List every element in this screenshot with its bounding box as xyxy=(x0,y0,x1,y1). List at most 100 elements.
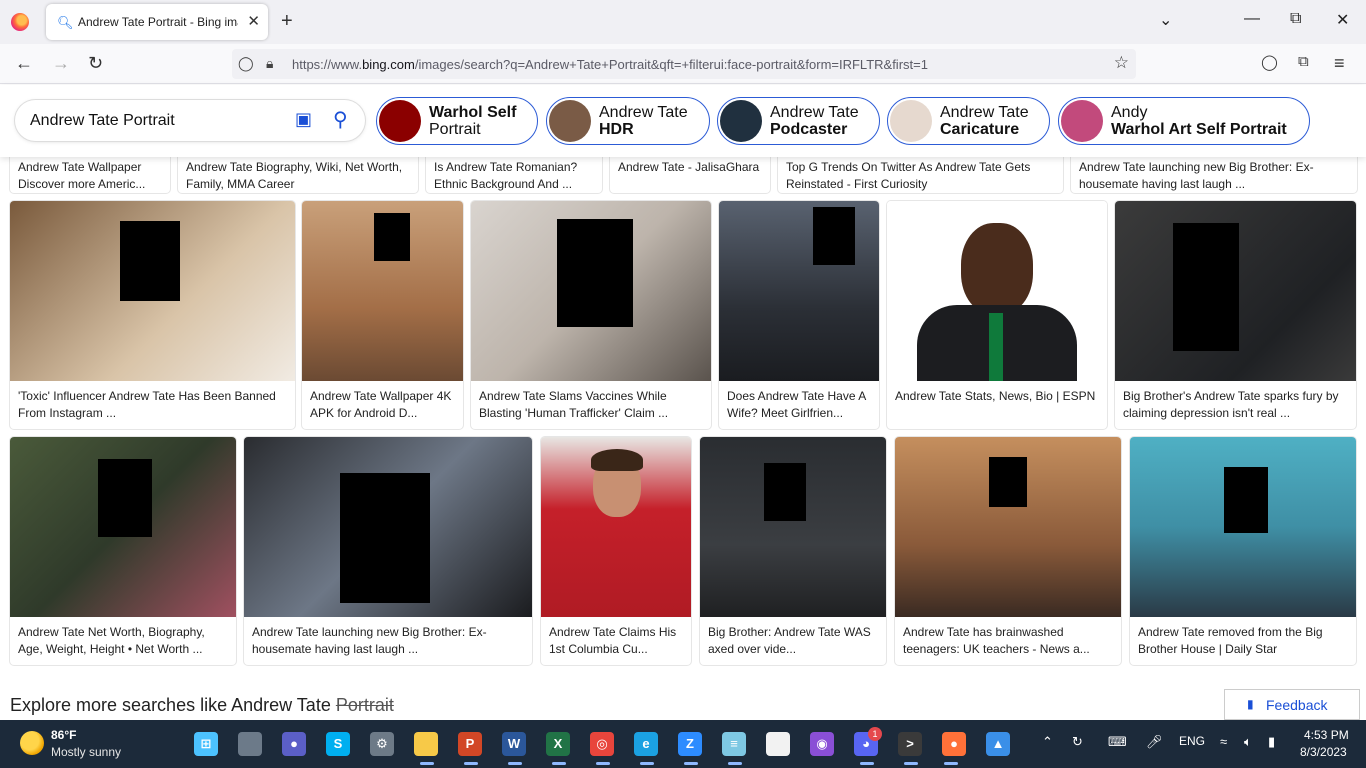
image-result-card[interactable]: Does Andrew Tate Have A Wife? Meet Girlf… xyxy=(719,201,879,429)
tab-close-icon[interactable]: ✕ xyxy=(247,12,260,30)
result-thumbnail[interactable] xyxy=(541,437,691,617)
search-input[interactable]: Andrew Tate Portrait xyxy=(30,112,175,130)
image-result-card[interactable]: Andrew Tate Slams Vaccines While Blastin… xyxy=(471,201,711,429)
back-button[interactable]: ← xyxy=(15,53,33,74)
result-thumbnail[interactable] xyxy=(887,201,1107,381)
result-caption[interactable]: Andrew Tate Stats, News, Bio | ESPN xyxy=(895,388,1101,422)
settings-gear-icon[interactable]: ⚙ xyxy=(370,732,394,756)
github-icon[interactable]: ◉ xyxy=(810,732,834,756)
result-caption[interactable]: Andrew Tate Slams Vaccines While Blastin… xyxy=(479,388,705,422)
reload-button[interactable]: ↻ xyxy=(88,53,103,74)
result-caption[interactable]: Andrew Tate Biography, Wiki, Net Worth, … xyxy=(186,159,412,193)
firefox-taskbar-icon[interactable]: ● xyxy=(942,732,966,756)
wifi-icon[interactable]: ≈ xyxy=(1220,734,1227,749)
result-caption[interactable]: Is Andrew Tate Romanian? Ethnic Backgrou… xyxy=(434,159,596,193)
powerpoint-icon[interactable]: P xyxy=(458,732,482,756)
image-result-card[interactable]: Andrew Tate Biography, Wiki, Net Worth, … xyxy=(178,157,418,193)
new-tab-button[interactable]: + xyxy=(281,10,293,33)
edge-icon[interactable]: e xyxy=(634,732,658,756)
result-thumbnail[interactable] xyxy=(471,201,711,381)
file-explorer-icon[interactable] xyxy=(414,732,438,756)
image-result-card[interactable]: Is Andrew Tate Romanian? Ethnic Backgrou… xyxy=(426,157,602,193)
image-result-card[interactable]: Andrew Tate has brainwashed teenagers: U… xyxy=(895,437,1121,665)
result-caption[interactable]: Andrew Tate Net Worth, Biography, Age, W… xyxy=(18,624,230,658)
result-thumbnail[interactable] xyxy=(719,201,879,381)
image-result-card[interactable]: Andrew Tate Claims His 1st Columbia Cu..… xyxy=(541,437,691,665)
firefox-icon[interactable] xyxy=(11,13,29,31)
address-bar[interactable]: ◯ 🔒︎ https://www.bing.com/images/search?… xyxy=(232,49,1136,79)
image-result-card[interactable]: Andrew Tate Wallpaper 4K APK for Android… xyxy=(302,201,463,429)
photos-icon[interactable]: ▲ xyxy=(986,732,1010,756)
lock-icon[interactable]: 🔒︎ xyxy=(266,55,273,72)
image-result-card[interactable]: Andrew Tate launching new Big Brother: E… xyxy=(244,437,532,665)
sync-icon[interactable]: ↻ xyxy=(1072,734,1083,750)
result-thumbnail[interactable] xyxy=(10,201,295,381)
skype-icon[interactable]: S xyxy=(326,732,350,756)
image-result-card[interactable]: Big Brother's Andrew Tate sparks fury by… xyxy=(1115,201,1356,429)
result-thumbnail[interactable] xyxy=(1115,201,1356,381)
related-search-chip[interactable]: Andrew Tate Caricature xyxy=(887,97,1050,145)
result-caption[interactable]: Andrew Tate launching new Big Brother: E… xyxy=(252,624,526,658)
result-caption[interactable]: Andrew Tate removed from the Big Brother… xyxy=(1138,624,1350,658)
word-icon[interactable]: W xyxy=(502,732,526,756)
tab-bing-images[interactable]: 🔍︎ Andrew Tate Portrait - Bing images ✕ xyxy=(46,4,268,40)
minimize-button[interactable]: — xyxy=(1244,10,1260,28)
image-result-card[interactable]: Andrew Tate removed from the Big Brother… xyxy=(1130,437,1356,665)
result-thumbnail[interactable] xyxy=(302,201,463,381)
chrome-icon[interactable]: ◎ xyxy=(590,732,614,756)
weather-icon[interactable] xyxy=(20,731,44,755)
notepad-icon[interactable]: ≡ xyxy=(722,732,746,756)
image-result-card[interactable]: Big Brother: Andrew Tate WAS axed over v… xyxy=(700,437,886,665)
terminal-icon[interactable]: > xyxy=(898,732,922,756)
shield-icon[interactable]: ◯ xyxy=(238,55,254,72)
result-caption[interactable]: Andrew Tate Wallpaper 4K APK for Android… xyxy=(310,388,457,422)
result-thumbnail[interactable] xyxy=(244,437,532,617)
tab-list-icon[interactable]: ⌄ xyxy=(1159,10,1172,30)
result-caption[interactable]: Does Andrew Tate Have A Wife? Meet Girlf… xyxy=(727,388,873,422)
clock-date[interactable]: 8/3/2023 xyxy=(1300,745,1347,759)
result-caption[interactable]: Big Brother's Andrew Tate sparks fury by… xyxy=(1123,388,1350,422)
task-view-icon[interactable] xyxy=(238,732,262,756)
result-thumbnail[interactable] xyxy=(10,437,236,617)
chevron-up-icon[interactable]: ⌃ xyxy=(1042,734,1053,750)
excel-icon[interactable]: X xyxy=(546,732,570,756)
visual-search-icon[interactable]: ▣ xyxy=(295,109,312,130)
related-search-chip[interactable]: Andrew Tate Podcaster xyxy=(717,97,880,145)
related-search-chip[interactable]: Andrew Tate HDR xyxy=(546,97,710,145)
start-windows-icon[interactable]: ⊞ xyxy=(194,732,218,756)
weather-temp[interactable]: 86°F xyxy=(51,728,76,742)
language-indicator[interactable]: ENG xyxy=(1179,734,1205,748)
teams-icon[interactable]: ● xyxy=(282,732,306,756)
result-caption[interactable]: Andrew Tate has brainwashed teenagers: U… xyxy=(903,624,1115,658)
microphone-icon[interactable]: 🎤︎ xyxy=(1146,734,1163,750)
image-result-card[interactable]: 'Toxic' Influencer Andrew Tate Has Been … xyxy=(10,201,295,429)
image-result-card[interactable]: Andrew Tate Net Worth, Biography, Age, W… xyxy=(10,437,236,665)
related-search-chip[interactable]: Andy Warhol Art Self Portrait xyxy=(1058,97,1310,145)
menu-icon[interactable]: ≡ xyxy=(1334,53,1345,74)
result-thumbnail[interactable] xyxy=(1130,437,1356,617)
image-result-card[interactable]: Andrew Tate Wallpaper Discover more Amer… xyxy=(10,157,170,193)
clock-time[interactable]: 4:53 PM xyxy=(1304,728,1349,742)
result-caption[interactable]: Top G Trends On Twitter As Andrew Tate G… xyxy=(786,159,1057,193)
result-caption[interactable]: Andrew Tate Claims His 1st Columbia Cu..… xyxy=(549,624,685,658)
image-result-card[interactable]: Andrew Tate launching new Big Brother: E… xyxy=(1071,157,1357,193)
extensions-icon[interactable]: ⧉ xyxy=(1298,53,1309,70)
bookmark-star-icon[interactable]: ☆ xyxy=(1114,53,1129,73)
zoom-icon[interactable]: Z xyxy=(678,732,702,756)
forward-button[interactable]: → xyxy=(52,53,70,74)
result-caption[interactable]: Andrew Tate - JalisaGhara xyxy=(618,159,764,193)
image-result-card[interactable]: Top G Trends On Twitter As Andrew Tate G… xyxy=(778,157,1063,193)
restore-button[interactable]: ⧉ xyxy=(1290,10,1301,28)
document-icon[interactable] xyxy=(766,732,790,756)
close-window-button[interactable]: ✕ xyxy=(1336,10,1349,30)
search-icon[interactable]: ⚲ xyxy=(333,107,348,132)
battery-icon[interactable]: ▮ xyxy=(1268,734,1275,750)
pocket-icon[interactable]: ◯ xyxy=(1261,53,1278,71)
feedback-button[interactable]: ▮ Feedback xyxy=(1224,689,1360,720)
result-caption[interactable]: 'Toxic' Influencer Andrew Tate Has Been … xyxy=(18,388,289,422)
volume-icon[interactable]: 🔈︎ xyxy=(1244,734,1252,750)
result-caption[interactable]: Andrew Tate launching new Big Brother: E… xyxy=(1079,159,1351,193)
result-thumbnail[interactable] xyxy=(700,437,886,617)
keyboard-icon[interactable]: ⌨ xyxy=(1108,734,1127,750)
search-box[interactable]: Andrew Tate Portrait ▣ ⚲ xyxy=(15,100,365,141)
